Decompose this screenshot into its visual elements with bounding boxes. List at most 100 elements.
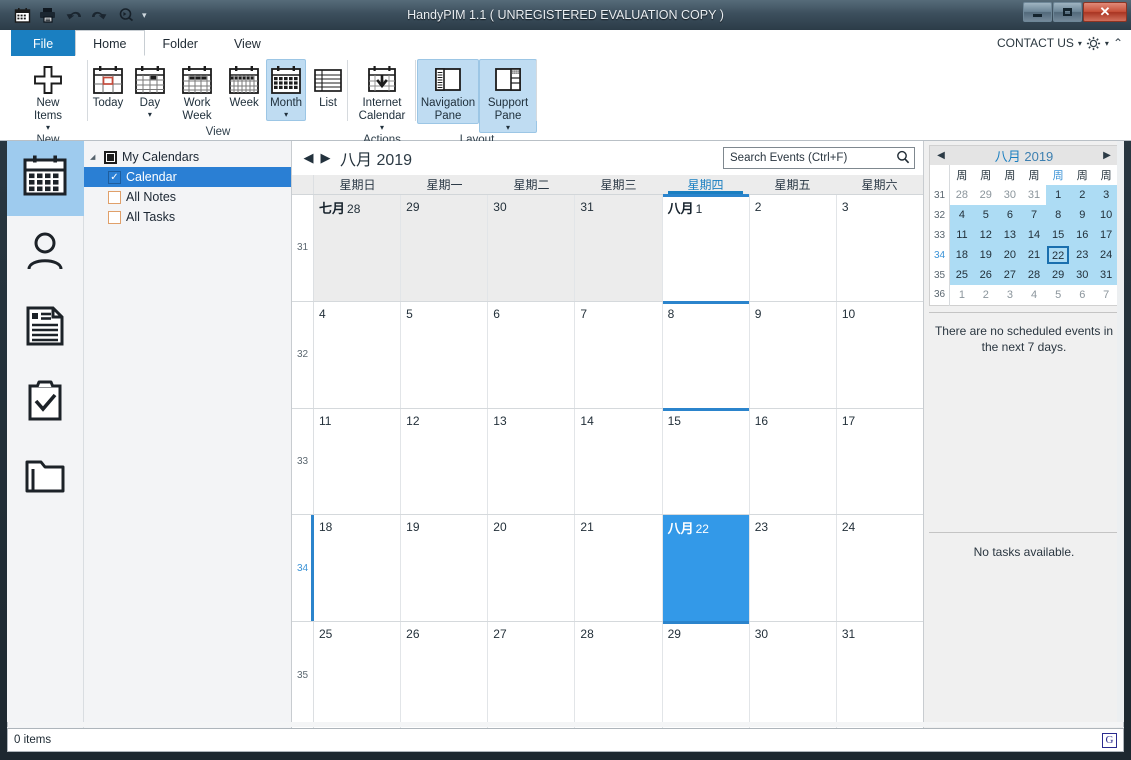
day-cell[interactable]: 26 xyxy=(401,622,489,728)
mini-day[interactable]: 19 xyxy=(973,245,998,265)
mini-day[interactable]: 3 xyxy=(998,285,1022,305)
nav-notes[interactable] xyxy=(7,291,84,366)
day-cell[interactable]: 6 xyxy=(488,301,576,408)
expand-caret-icon[interactable]: ◢ xyxy=(90,153,99,161)
mini-day[interactable]: 28 xyxy=(950,185,974,205)
day-cell[interactable]: 4 xyxy=(314,301,402,408)
mini-day[interactable]: 24 xyxy=(1094,245,1119,265)
undo-icon[interactable] xyxy=(64,5,84,25)
mini-day[interactable]: 29 xyxy=(1046,265,1071,285)
work-week-button[interactable]: Work Week xyxy=(172,59,222,124)
day-cell[interactable]: 31 xyxy=(836,622,923,728)
day-caret-icon[interactable]: ▾ xyxy=(148,111,152,119)
mini-day[interactable]: 1 xyxy=(950,285,974,305)
new-items-button[interactable]: New Items ▾ xyxy=(13,59,83,133)
mini-day[interactable]: 7 xyxy=(1094,285,1118,305)
tab-home[interactable]: Home xyxy=(75,30,145,56)
day-cell[interactable]: 25 xyxy=(314,622,402,728)
mini-day[interactable]: 5 xyxy=(973,205,998,225)
gear-icon[interactable] xyxy=(1086,36,1101,51)
day-cell-selected[interactable]: 八月 22 xyxy=(662,515,750,622)
day-cell[interactable]: 12 xyxy=(401,408,489,515)
day-cell[interactable]: 11 xyxy=(314,408,402,515)
support-pane-caret-icon[interactable]: ▾ xyxy=(506,124,510,132)
minimize-button[interactable] xyxy=(1023,2,1052,22)
pane-splitter[interactable] xyxy=(7,722,1124,727)
mini-day[interactable]: 4 xyxy=(1022,285,1046,305)
internet-calendar-button[interactable]: Internet Calendar ▾ xyxy=(353,59,411,133)
mini-day[interactable]: 21 xyxy=(1021,245,1047,265)
day-cell[interactable]: 13 xyxy=(488,408,576,515)
nav-tasks[interactable] xyxy=(7,366,84,441)
collapse-ribbon-icon[interactable]: ⌃ xyxy=(1113,36,1123,50)
day-button[interactable]: Day ▾ xyxy=(130,59,170,121)
contact-us-caret-icon[interactable]: ▾ xyxy=(1078,39,1082,48)
navigation-pane-button[interactable]: Navigation Pane xyxy=(417,59,479,124)
month-caret-icon[interactable]: ▾ xyxy=(284,111,288,119)
list-button[interactable]: List xyxy=(308,59,348,121)
contact-us-link[interactable]: CONTACT US xyxy=(997,36,1074,50)
mini-day[interactable]: 11 xyxy=(949,225,974,245)
day-cell[interactable]: 30 xyxy=(488,195,576,301)
mini-day-today[interactable]: 22 xyxy=(1046,245,1071,265)
redo-icon[interactable] xyxy=(90,5,110,25)
tree-item-calendar[interactable]: ✓ Calendar xyxy=(84,167,291,187)
mini-day[interactable]: 25 xyxy=(949,265,974,285)
day-cell[interactable]: 27 xyxy=(488,622,576,728)
tree-root-my-calendars[interactable]: ◢ My Calendars xyxy=(84,147,291,167)
day-cell[interactable]: 28 xyxy=(575,622,663,728)
mini-day[interactable]: 6 xyxy=(997,205,1022,225)
tab-folder[interactable]: Folder xyxy=(145,30,216,56)
day-cell[interactable]: 7 xyxy=(575,301,663,408)
search-icon[interactable] xyxy=(896,150,910,167)
mini-day[interactable]: 7 xyxy=(1021,205,1047,225)
mini-day[interactable]: 30 xyxy=(998,185,1022,205)
mini-day[interactable]: 31 xyxy=(1094,265,1119,285)
search-icon[interactable] xyxy=(116,5,136,25)
day-cell[interactable]: 5 xyxy=(401,301,489,408)
next-month-button[interactable]: ▶ xyxy=(317,150,334,166)
day-cell[interactable]: 2 xyxy=(749,195,837,301)
qat-overflow-caret[interactable]: ▾ xyxy=(142,10,147,21)
day-cell[interactable]: 10 xyxy=(836,301,923,408)
mini-day[interactable]: 26 xyxy=(973,265,998,285)
close-button[interactable]: ✕ xyxy=(1083,2,1127,22)
today-button[interactable]: Today xyxy=(88,59,128,121)
day-cell[interactable]: 3 xyxy=(836,195,923,301)
day-cell[interactable]: 30 xyxy=(749,622,837,728)
mini-day[interactable]: 9 xyxy=(1070,205,1095,225)
day-cell[interactable]: 16 xyxy=(749,408,837,515)
all-tasks-checkbox[interactable] xyxy=(108,210,121,224)
mini-day[interactable]: 18 xyxy=(949,245,974,265)
mini-day[interactable]: 30 xyxy=(1070,265,1095,285)
print-icon[interactable] xyxy=(38,5,58,25)
new-items-caret-icon[interactable]: ▾ xyxy=(46,124,50,132)
mini-day[interactable]: 8 xyxy=(1046,205,1071,225)
gear-caret-icon[interactable]: ▾ xyxy=(1105,39,1109,48)
day-cell[interactable]: 15 xyxy=(662,407,750,515)
day-cell[interactable]: 七月 28 xyxy=(314,195,402,301)
month-button[interactable]: Month ▾ xyxy=(266,59,307,121)
mini-day[interactable]: 4 xyxy=(949,205,974,225)
calendar-icon[interactable] xyxy=(12,5,32,25)
day-cell[interactable]: 17 xyxy=(836,408,923,515)
calendar-checkbox[interactable]: ✓ xyxy=(108,170,121,184)
day-cell[interactable]: 29 xyxy=(662,621,750,728)
day-cell[interactable]: 19 xyxy=(401,515,489,622)
mini-next-month-button[interactable]: ▶ xyxy=(1096,150,1118,161)
prev-month-button[interactable]: ◀ xyxy=(300,150,317,166)
day-cell[interactable]: 23 xyxy=(749,515,837,622)
maximize-button[interactable] xyxy=(1053,2,1082,22)
mini-day[interactable]: 2 xyxy=(974,285,998,305)
all-notes-checkbox[interactable] xyxy=(108,190,121,204)
tab-file[interactable]: File xyxy=(11,30,76,56)
mini-day[interactable]: 3 xyxy=(1094,185,1119,205)
mini-day[interactable]: 28 xyxy=(1021,265,1047,285)
tree-item-all-tasks[interactable]: All Tasks xyxy=(84,207,291,227)
nav-folders[interactable] xyxy=(7,441,84,516)
mini-day[interactable]: 1 xyxy=(1046,185,1071,205)
mini-day[interactable]: 2 xyxy=(1070,185,1095,205)
mini-day[interactable]: 17 xyxy=(1094,225,1119,245)
search-events-input[interactable]: Search Events (Ctrl+F) xyxy=(723,147,915,169)
mini-prev-month-button[interactable]: ◀ xyxy=(930,150,952,161)
